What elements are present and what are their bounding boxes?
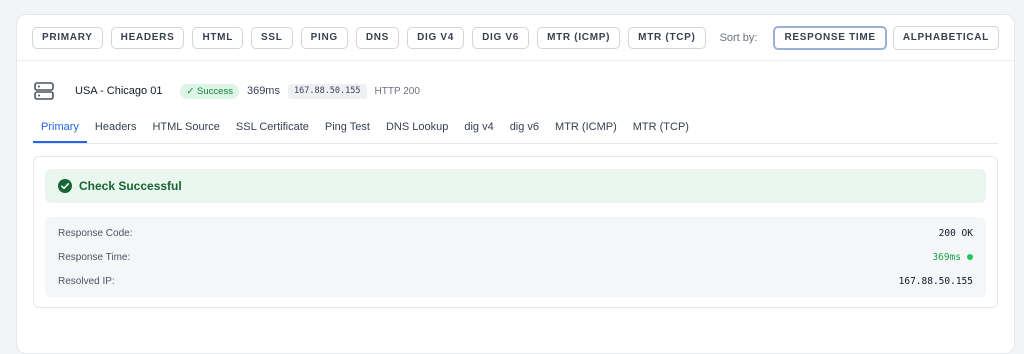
toolbar: PRIMARY HEADERS HTML SSL PING DNS DIG V4… [17, 15, 1014, 61]
sort-alphabetical-button[interactable]: ALPHABETICAL [892, 25, 999, 50]
filter-primary[interactable]: PRIMARY [32, 26, 103, 49]
detail-value: 369ms [932, 251, 961, 263]
filter-ping[interactable]: PING [300, 26, 348, 49]
tab-primary[interactable]: Primary [33, 117, 87, 143]
filter-mtr-tcp[interactable]: MTR (TCP) [628, 26, 706, 49]
result-tabs: Primary Headers HTML Source SSL Certific… [33, 117, 998, 144]
filter-mtr-icmp[interactable]: MTR (ICMP) [537, 26, 621, 49]
tab-dig-v4[interactable]: dig v4 [456, 117, 501, 143]
detail-label: Response Code: [58, 227, 133, 239]
detail-label: Resolved IP: [58, 275, 115, 287]
tab-ping-test[interactable]: Ping Test [317, 117, 378, 143]
detail-value: 200 OK [938, 227, 973, 239]
tab-mtr-tcp[interactable]: MTR (TCP) [625, 117, 697, 143]
filter-dig-v4[interactable]: DIG V4 [407, 26, 465, 49]
filter-html[interactable]: HTML [192, 26, 244, 49]
filter-pills: PRIMARY HEADERS HTML SSL PING DNS DIG V4… [32, 26, 706, 49]
sort-controls: Sort by: RESPONSE TIME ALPHABETICAL [719, 25, 999, 50]
detail-row-response-code: Response Code: 200 OK [58, 225, 973, 241]
tab-html-source[interactable]: HTML Source [144, 117, 227, 143]
tab-ssl-certificate[interactable]: SSL Certificate [228, 117, 317, 143]
filter-ssl[interactable]: SSL [251, 26, 293, 49]
tab-headers[interactable]: Headers [87, 117, 145, 143]
check-circle-icon [58, 179, 72, 193]
detail-row-resolved-ip: Resolved IP: 167.88.50.155 [58, 273, 973, 289]
primary-panel: Check Successful Response Code: 200 OK R… [33, 156, 998, 308]
detail-value: 167.88.50.155 [898, 275, 973, 287]
http-status: HTTP 200 [374, 85, 420, 97]
filter-dns[interactable]: DNS [355, 26, 400, 49]
sort-response-time-button[interactable]: RESPONSE TIME [773, 25, 887, 50]
filter-dig-v6[interactable]: DIG V6 [472, 26, 530, 49]
status-badge: ✓ Success [180, 83, 239, 99]
results-card: PRIMARY HEADERS HTML SSL PING DNS DIG V4… [16, 14, 1015, 354]
ip-chip: 167.88.50.155 [287, 83, 367, 99]
sort-label: Sort by: [719, 31, 758, 44]
location-name: USA - Chicago 01 [75, 85, 163, 97]
detail-value-with-dot: 369ms [932, 252, 973, 263]
filter-headers[interactable]: HEADERS [110, 26, 185, 49]
tab-dns-lookup[interactable]: DNS Lookup [378, 117, 456, 143]
details-box: Response Code: 200 OK Response Time: 369… [45, 217, 986, 297]
detail-label: Response Time: [58, 251, 131, 263]
success-banner: Check Successful [45, 169, 986, 203]
response-time: 369ms [246, 85, 280, 97]
result-header: USA - Chicago 01 ✓ Success 369ms 167.88.… [33, 77, 420, 105]
tab-mtr-icmp[interactable]: MTR (ICMP) [547, 117, 625, 143]
status-dot-icon [967, 254, 973, 260]
detail-row-response-time: Response Time: 369ms [58, 249, 973, 265]
server-icon [34, 82, 54, 100]
success-title: Check Successful [79, 179, 182, 193]
tab-dig-v6[interactable]: dig v6 [502, 117, 547, 143]
